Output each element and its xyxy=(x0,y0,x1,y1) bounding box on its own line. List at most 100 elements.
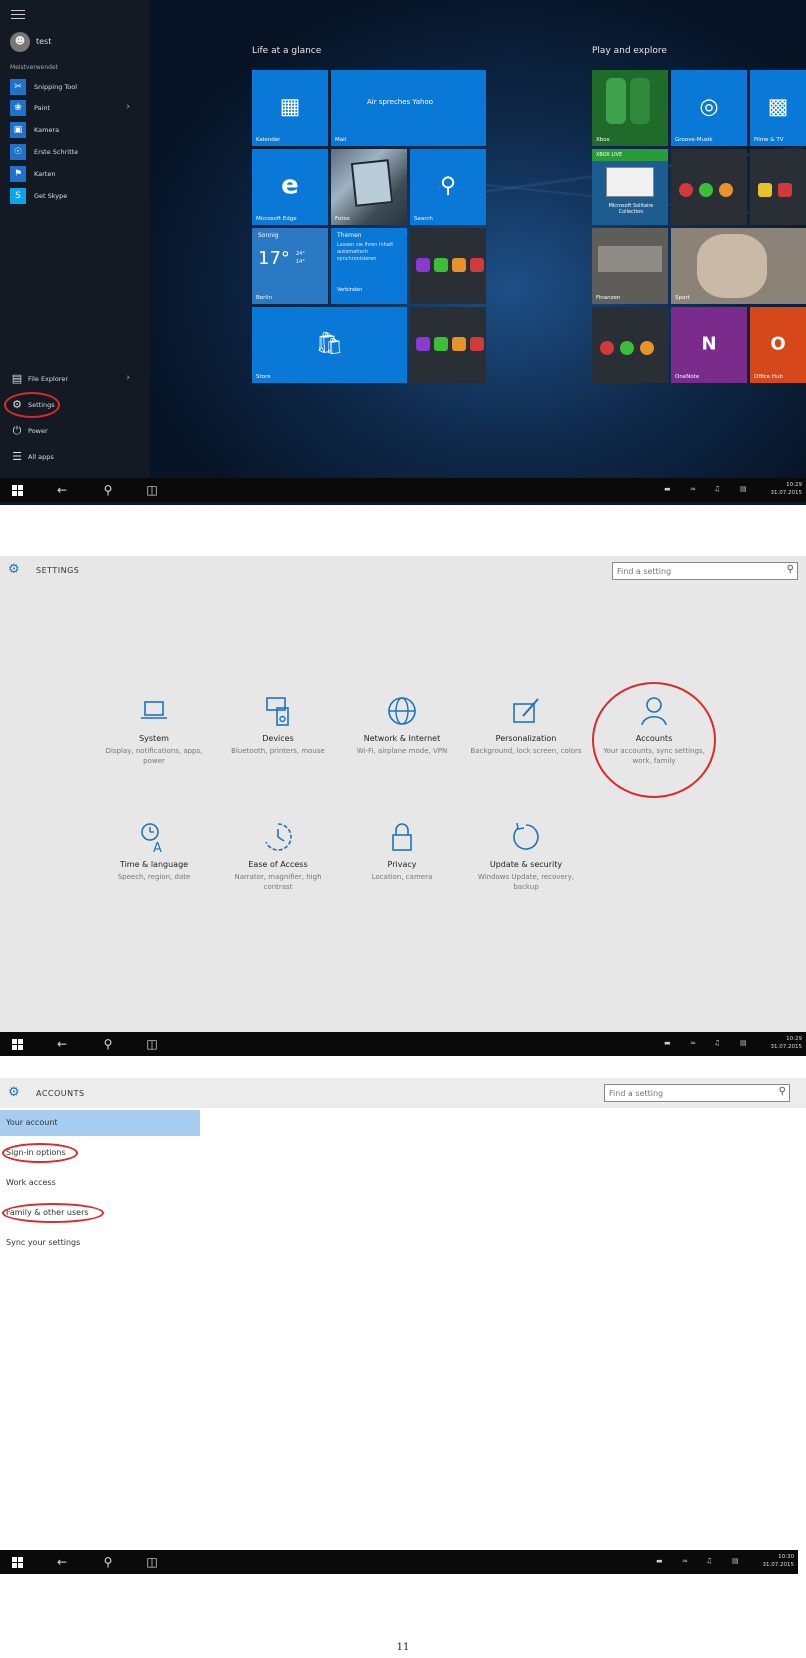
network-icon[interactable]: ≈ xyxy=(690,1039,696,1047)
app-item-get-skype[interactable]: S Get Skype xyxy=(10,188,138,206)
tile-office[interactable]: O Office Hub xyxy=(750,307,806,383)
tile-game-3[interactable] xyxy=(592,307,668,383)
category-system[interactable]: System Display, notifications, apps, pow… xyxy=(89,694,219,794)
category-title: Network & Internet xyxy=(363,734,441,743)
volume-icon[interactable]: ♫ xyxy=(714,485,720,493)
people-icon[interactable]: ▬ xyxy=(664,1039,671,1047)
app-item-karten[interactable]: ⚑ Karten xyxy=(10,166,138,184)
search-icon[interactable]: ⚲ xyxy=(787,564,794,575)
category-network-internet[interactable]: Network & Internet Wi-Fi, airplane mode,… xyxy=(337,694,467,794)
tile-candy-game-2[interactable] xyxy=(410,307,486,383)
category-update-security[interactable]: Update & security Windows Update, recove… xyxy=(461,820,591,920)
settings-screenshot: ⚙ SETTINGS ⚲ System Display, notificatio… xyxy=(0,556,806,1056)
search-input[interactable] xyxy=(617,565,779,577)
tile-groove-musik[interactable]: ◎ Groove-Musik xyxy=(671,70,747,146)
people-icon[interactable]: ▬ xyxy=(664,485,671,493)
clock[interactable]: 10:30 31.07.2015 xyxy=(750,1553,795,1569)
search-input[interactable] xyxy=(609,1087,771,1099)
tile-fotos[interactable]: Fotos xyxy=(331,149,407,225)
app-item-snipping-tool[interactable]: ✂ Snipping Tool xyxy=(10,79,138,97)
category-ease-of-access[interactable]: Ease of Access Narrator, magnifier, high… xyxy=(213,820,343,920)
nav-item-work-access[interactable]: Work access xyxy=(0,1170,200,1196)
search-icon[interactable]: ⚲ xyxy=(779,1086,786,1097)
xbox-live-label: XBOX LIVE xyxy=(596,152,623,158)
search-icon: ⚲ xyxy=(439,173,457,199)
tile-xbox[interactable]: Xbox xyxy=(592,70,668,146)
clock[interactable]: 10:29 31.07.2015 xyxy=(758,481,803,497)
back-arrow-icon[interactable]: ← xyxy=(54,1554,70,1570)
tile-label: Filme & TV xyxy=(754,137,784,143)
news-footer: Verbinden xyxy=(337,287,363,293)
category-description: Speech, region, date xyxy=(117,873,191,881)
tile-store[interactable]: 🛍 Store xyxy=(252,307,407,383)
tile-candy-game[interactable] xyxy=(410,228,486,304)
tile-game-2[interactable] xyxy=(750,149,806,225)
weather-high: 24° xyxy=(296,251,305,257)
tile-finanzen[interactable]: Finanzen xyxy=(592,228,668,304)
app-item-erste-schritte[interactable]: ☉ Erste Schritte xyxy=(10,144,138,162)
gear-icon: ⚙ xyxy=(8,562,20,577)
volume-icon[interactable]: ♫ xyxy=(706,1557,712,1565)
back-arrow-icon[interactable]: ← xyxy=(54,1036,70,1052)
clock[interactable]: 10:29 31.07.2015 xyxy=(758,1035,803,1051)
all-apps-item[interactable]: ☰ All apps xyxy=(10,449,138,467)
hamburger-menu-icon[interactable] xyxy=(11,10,25,19)
play-and-explore-heading: Play and explore xyxy=(592,46,667,56)
user-avatar[interactable]: ☻ xyxy=(10,32,30,52)
tile-onenote[interactable]: N OneNote xyxy=(671,307,747,383)
tile-solitaire[interactable]: XBOX LIVE Microsoft Solitaire Collection xyxy=(592,149,668,225)
tile-sport[interactable]: Sport xyxy=(671,228,806,304)
task-view-icon[interactable]: ◫ xyxy=(144,482,160,498)
candy-green xyxy=(434,337,448,351)
notifications-icon[interactable]: ▤ xyxy=(740,1039,747,1047)
tile-weather[interactable]: Sonnig 17° 24° 14° Berlin xyxy=(252,228,328,304)
category-devices[interactable]: Devices Bluetooth, printers, mouse xyxy=(213,694,343,794)
category-privacy[interactable]: Privacy Location, camera xyxy=(337,820,467,920)
category-title: Time & language xyxy=(119,860,189,869)
app-item-kamera[interactable]: ▣ Kamera xyxy=(10,122,138,140)
film-icon: ▩ xyxy=(767,94,789,120)
tile-game[interactable] xyxy=(671,149,747,225)
start-windows-icon[interactable] xyxy=(12,485,24,496)
tile-news[interactable]: Themen Lassen sie Ihren Inhalt automatis… xyxy=(331,228,407,304)
clock-time: 10:29 xyxy=(786,482,802,488)
weather-city: Berlin xyxy=(256,295,272,301)
network-icon[interactable]: ≈ xyxy=(682,1557,688,1565)
start-windows-icon[interactable] xyxy=(12,1557,24,1568)
candy-green xyxy=(434,258,448,272)
tile-filme-tv[interactable]: ▩ Filme & TV xyxy=(750,70,806,146)
camera-icon: ▣ xyxy=(10,122,26,138)
category-time-language[interactable]: A Time & language Speech, region, date xyxy=(89,820,219,920)
chevron-right-icon[interactable]: › xyxy=(126,373,130,383)
tile-kalender[interactable]: ▦ Kalender xyxy=(252,70,328,146)
user-name[interactable]: test xyxy=(36,37,51,46)
people-icon[interactable]: ▬ xyxy=(656,1557,663,1565)
search-icon[interactable]: ⚲ xyxy=(100,1554,116,1570)
tile-mail[interactable]: Air spreches Yahoo Mail xyxy=(331,70,486,146)
nav-item-your-account[interactable]: Your account xyxy=(0,1110,200,1136)
app-label: Kamera xyxy=(34,126,60,134)
chevron-right-icon[interactable]: › xyxy=(126,102,130,112)
highlight-ring-settings xyxy=(4,392,60,418)
search-box[interactable]: ⚲ xyxy=(612,562,798,580)
tile-microsoft-edge[interactable]: e Microsoft Edge xyxy=(252,149,328,225)
svg-text:A: A xyxy=(153,841,162,854)
start-windows-icon[interactable] xyxy=(12,1039,24,1050)
network-icon[interactable]: ≈ xyxy=(690,485,696,493)
category-personalization[interactable]: Personalization Background, lock screen,… xyxy=(461,694,591,794)
notifications-icon[interactable]: ▤ xyxy=(740,485,747,493)
tile-search[interactable]: ⚲ Search xyxy=(410,149,486,225)
task-view-icon[interactable]: ◫ xyxy=(144,1036,160,1052)
nav-item-sync-settings[interactable]: Sync your settings xyxy=(0,1230,200,1256)
search-box[interactable]: ⚲ xyxy=(604,1084,790,1102)
file-explorer-item[interactable]: ▤ File Explorer › xyxy=(10,371,138,389)
search-icon[interactable]: ⚲ xyxy=(100,482,116,498)
volume-icon[interactable]: ♫ xyxy=(714,1039,720,1047)
search-icon[interactable]: ⚲ xyxy=(100,1036,116,1052)
app-item-paint[interactable]: ❀ Paint › xyxy=(10,100,138,118)
back-arrow-icon[interactable]: ← xyxy=(54,482,70,498)
power-item[interactable]: ⏻ Power xyxy=(10,423,138,441)
task-view-icon[interactable]: ◫ xyxy=(144,1554,160,1570)
page-title: SETTINGS xyxy=(36,566,80,575)
notifications-icon[interactable]: ▤ xyxy=(732,1557,739,1565)
